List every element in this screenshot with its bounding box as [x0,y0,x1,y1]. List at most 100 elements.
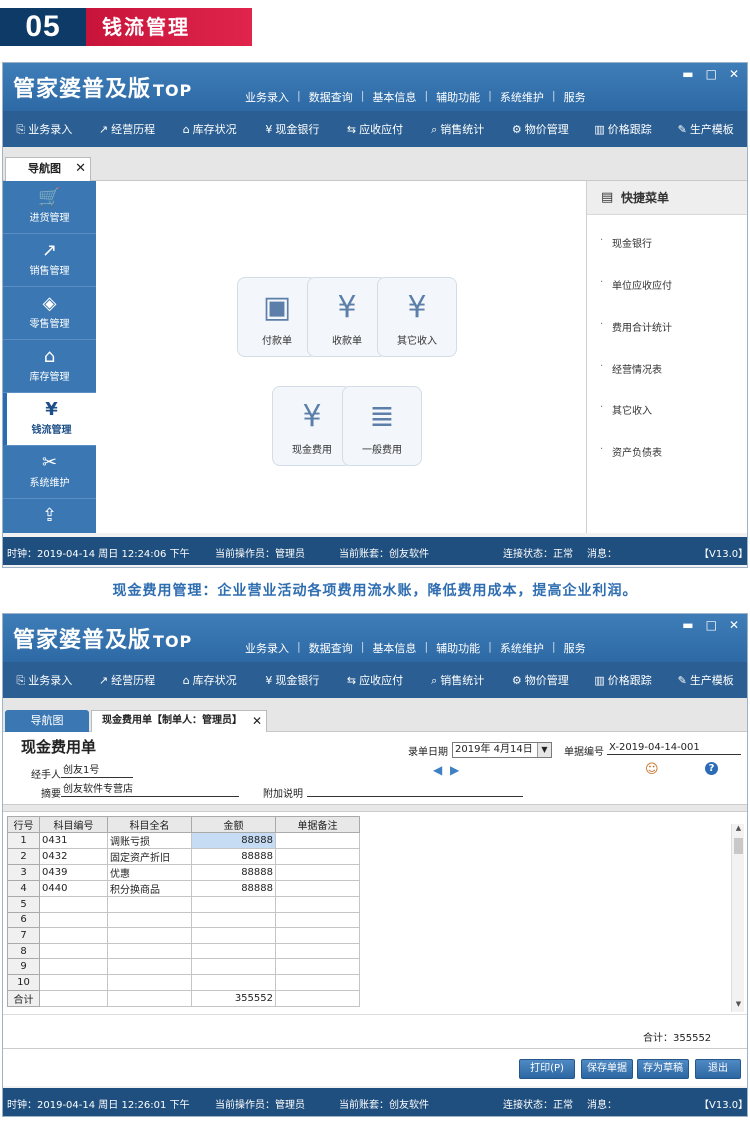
exit-button[interactable]: 退出 [695,1059,741,1079]
tile-cash-expense[interactable]: ¥ 现金费用 [272,386,352,466]
remark-cell[interactable] [275,927,360,944]
maximize-icon[interactable]: □ [706,67,717,81]
table-row[interactable]: 9 [7,958,360,975]
tile-general-expense[interactable]: ≣ 一般费用 [342,386,422,466]
maximize-icon[interactable]: □ [706,618,717,632]
menu-item-service[interactable]: 服务 [556,89,594,105]
remark-cell[interactable] [275,864,360,881]
close-icon[interactable]: ✕ [252,711,262,731]
amount-cell[interactable] [191,958,276,975]
toolbar-history[interactable]: ↗ 经营历程 [86,672,169,688]
help-icon[interactable]: ? [705,762,718,775]
amount-cell[interactable] [191,942,276,960]
vertical-scrollbar[interactable]: ▲ ▼ [731,824,744,1012]
sidebar-item-retail[interactable]: ◈ 零售管理 [3,287,96,340]
col-row-no[interactable]: 行号 [7,816,40,833]
remark-cell[interactable] [275,848,360,865]
quick-item-balance-sheet[interactable]: 资产负债表 [600,444,662,459]
tile-other-income[interactable]: ¥ 其它收入 [377,277,457,357]
table-row[interactable]: 1 0431 调账亏损 88888 [7,832,360,849]
amount-cell[interactable] [191,911,276,929]
toolbar-price-mgmt[interactable]: ⚙ 物价管理 [499,121,582,137]
close-icon[interactable]: ✕ [75,158,86,180]
col-amount[interactable]: 金额 [191,816,276,833]
account-name-cell[interactable] [107,973,192,991]
toolbar-sales-stats[interactable]: ⌕ 销售统计 [416,672,499,688]
col-remark[interactable]: 单据备注 [275,816,360,833]
table-row[interactable]: 5 [7,896,360,913]
sidebar-item-inventory[interactable]: ⌂ 库存管理 [3,340,96,393]
toolbar-production[interactable]: ✎ 生产模板 [664,121,747,137]
col-account-name[interactable]: 科目全名 [107,816,192,833]
menu-item-basic-info[interactable]: 基本信息 [364,89,424,105]
tab-navigation[interactable]: 导航图 ✕ [5,157,91,181]
account-code-cell[interactable] [39,942,108,960]
scroll-down-icon[interactable]: ▼ [732,1000,745,1012]
quick-item-cash-bank[interactable]: 现金银行 [600,235,652,250]
quick-item-operation[interactable]: 经营情况表 [600,361,662,376]
prev-arrow-icon[interactable]: ◀ [433,763,442,777]
minimize-icon[interactable]: ▬ [682,67,693,81]
menu-item-aux[interactable]: 辅助功能 [428,89,488,105]
scroll-up-icon[interactable]: ▲ [732,824,745,836]
remark-cell[interactable] [275,911,360,929]
account-code-cell[interactable] [39,958,108,975]
table-row[interactable]: 4 0440 积分换商品 88888 [7,880,360,897]
table-row[interactable]: 6 [7,911,360,929]
menu-item-system[interactable]: 系统维护 [492,89,552,105]
account-code-cell[interactable] [39,973,108,991]
amount-cell[interactable] [191,973,276,991]
toolbar-history[interactable]: ↗ 经营历程 [86,121,169,137]
chevron-down-icon[interactable]: ▼ [537,743,551,757]
minimize-icon[interactable]: ▬ [682,618,693,632]
amount-cell[interactable]: 88888 [191,848,276,865]
sidebar-item-cashflow[interactable]: ¥ 钱流管理 [3,393,96,446]
next-arrow-icon[interactable]: ▶ [450,763,459,777]
amount-cell[interactable]: 88888 [191,832,276,849]
remark-cell[interactable] [275,942,360,960]
menu-item-business[interactable]: 业务录入 [237,640,297,656]
quick-item-receivable[interactable]: 单位应收应付 [600,277,672,292]
menu-item-basic-info[interactable]: 基本信息 [364,640,424,656]
account-name-cell[interactable]: 固定资产折旧 [107,848,192,865]
table-row[interactable]: 3 0439 优惠 88888 [7,864,360,881]
amount-cell[interactable]: 88888 [191,880,276,897]
table-row[interactable]: 10 [7,973,360,991]
account-code-cell[interactable]: 0432 [39,848,108,865]
table-row[interactable]: 2 0432 固定资产折旧 88888 [7,848,360,865]
scroll-thumb[interactable] [734,838,743,854]
handler-field[interactable]: 创友1号 [61,764,133,778]
col-account-code[interactable]: 科目编号 [39,816,108,833]
account-code-cell[interactable] [39,927,108,944]
sidebar-item-sales[interactable]: ↗ 销售管理 [3,234,96,287]
save-draft-button[interactable]: 存为草稿 [637,1059,689,1079]
toolbar-stock[interactable]: ⌂ 库存状况 [168,672,251,688]
menu-item-query[interactable]: 数据查询 [301,640,361,656]
sidebar-item-system[interactable]: ✂ 系统维护 [3,446,96,499]
amount-cell[interactable]: 88888 [191,864,276,881]
close-icon[interactable]: ✕ [729,618,739,632]
account-code-cell[interactable]: 0440 [39,880,108,897]
toolbar-business[interactable]: ⎘ 业务录入 [3,672,86,688]
splitter[interactable] [3,804,747,812]
quick-item-other-income[interactable]: 其它收入 [600,402,652,417]
remark-cell[interactable] [275,880,360,897]
remark-cell[interactable] [275,832,360,849]
toolbar-business[interactable]: ⎘ 业务录入 [3,121,86,137]
summary-field[interactable]: 创友软件专营店 [61,783,239,797]
save-button[interactable]: 保存单据 [581,1059,633,1079]
toolbar-production[interactable]: ✎ 生产模板 [664,672,747,688]
account-name-cell[interactable]: 积分换商品 [107,880,192,897]
tab-cash-expense-doc[interactable]: 现金费用单【制单人：管理员】 ✕ [91,710,267,732]
toolbar-cash-bank[interactable]: ¥ 现金银行 [251,672,334,688]
account-name-cell[interactable] [107,958,192,975]
quick-item-expense-stats[interactable]: 费用合计统计 [600,319,672,334]
sidebar-item-purchase[interactable]: 🛒 进货管理 [3,181,96,234]
toolbar-price-track[interactable]: ▥ 价格跟踪 [582,121,665,137]
toolbar-price-mgmt[interactable]: ⚙ 物价管理 [499,672,582,688]
account-code-cell[interactable] [39,896,108,913]
table-row[interactable]: 8 [7,942,360,960]
menu-item-aux[interactable]: 辅助功能 [428,640,488,656]
note-field[interactable] [307,783,523,797]
menu-item-service[interactable]: 服务 [556,640,594,656]
